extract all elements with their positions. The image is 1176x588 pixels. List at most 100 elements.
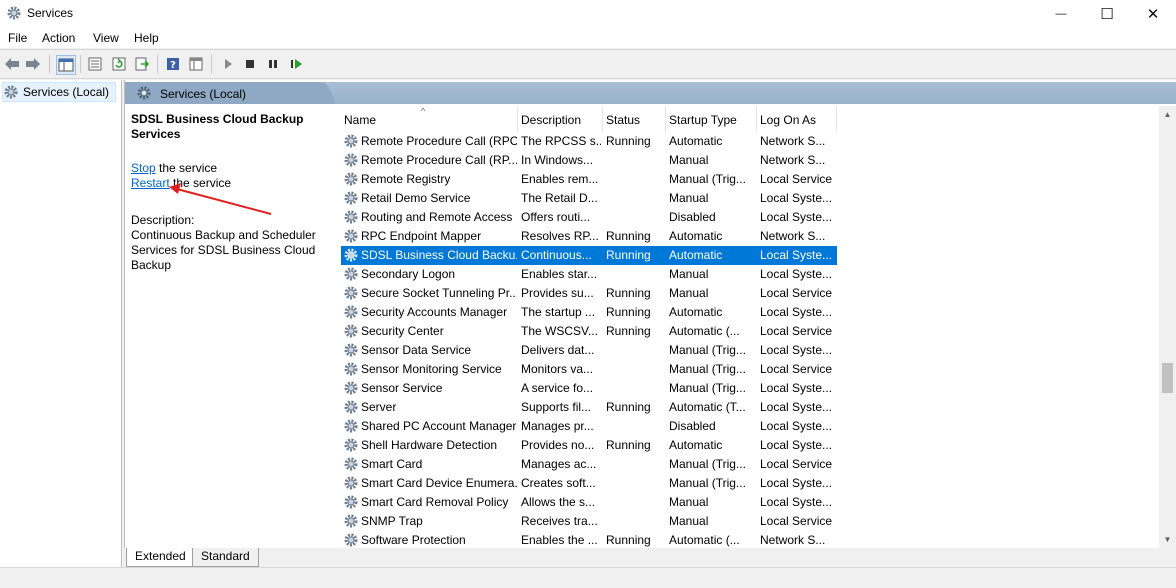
- tree-item-services-local[interactable]: Services (Local): [2, 82, 117, 102]
- stop-service-link[interactable]: Stop: [131, 161, 156, 175]
- tab-standard[interactable]: Standard: [192, 548, 259, 567]
- table-row[interactable]: Smart Card Manages ac... Manual (Trig... Lo…: [341, 455, 837, 474]
- table-row[interactable]: Shell Hardware Detection Provides no... Ru…: [341, 436, 837, 455]
- cell-startup-type: Automatic: [669, 134, 723, 148]
- cell-log-on-as: Local Service: [760, 457, 833, 471]
- table-row[interactable]: Sensor Data Service Delivers dat... Manual…: [341, 341, 837, 360]
- console-tree-icon[interactable]: [56, 55, 76, 75]
- services-gear-icon: [137, 86, 151, 100]
- cell-log-on-as: Network S...: [760, 153, 826, 167]
- cell-name: Shell Hardware Detection: [361, 438, 498, 452]
- cell-status: Running: [606, 229, 651, 243]
- cell-startup-type: Manual: [669, 286, 709, 300]
- cell-log-on-as: Local Syste...: [760, 419, 833, 433]
- table-row[interactable]: Sensor Service A service fo... Manual (Tri…: [341, 379, 837, 398]
- service-gear-icon: [344, 343, 358, 357]
- vertical-scrollbar[interactable]: ▲ ▼: [1159, 106, 1176, 548]
- table-row[interactable]: Remote Procedure Call (RPC) The RPCSS s..…: [341, 132, 837, 151]
- pause-icon[interactable]: [264, 55, 282, 73]
- cell-description: Creates soft...: [521, 476, 596, 490]
- table-row[interactable]: Smart Card Device Enumera... Creates soft…: [341, 474, 837, 493]
- cell-description: Enables star...: [521, 267, 598, 281]
- maximize-button[interactable]: ☐: [1084, 0, 1130, 28]
- column-header-status[interactable]: Status: [603, 106, 666, 132]
- menu-help[interactable]: Help: [134, 31, 159, 45]
- table-row[interactable]: Server Supports fil... Running Automatic (T…: [341, 398, 837, 417]
- help-icon[interactable]: ?: [164, 55, 182, 73]
- table-row[interactable]: Sensor Monitoring Service Monitors va... M…: [341, 360, 837, 379]
- scroll-up-icon[interactable]: ▲: [1159, 106, 1176, 123]
- properties-icon[interactable]: [86, 55, 104, 73]
- scrollbar-thumb[interactable]: [1162, 363, 1173, 393]
- cell-log-on-as: Local Service: [760, 286, 833, 300]
- service-gear-icon: [344, 438, 358, 452]
- menu-view[interactable]: View: [93, 31, 119, 45]
- cell-name: Sensor Monitoring Service: [361, 362, 502, 376]
- content-header-title: Services (Local): [160, 87, 247, 101]
- table-row[interactable]: Smart Card Removal Policy Allows the s...…: [341, 493, 837, 512]
- table-row[interactable]: Software Protection Enables the ... Runnin…: [341, 531, 837, 548]
- cell-status: Running: [606, 248, 651, 262]
- table-row[interactable]: Remote Registry Enables rem... Manual (Tri…: [341, 170, 837, 189]
- table-row[interactable]: Shared PC Account Manager Manages pr... Di…: [341, 417, 837, 436]
- view-tabs: Extended Standard: [124, 548, 1176, 567]
- cell-description: Manages ac...: [521, 457, 597, 471]
- forward-arrow-icon[interactable]: [24, 55, 42, 73]
- table-row[interactable]: Secondary Logon Enables star... Manual Loca…: [341, 265, 837, 284]
- cell-startup-type: Manual: [669, 514, 709, 528]
- scroll-down-icon[interactable]: ▼: [1159, 531, 1176, 548]
- column-header-description[interactable]: Description: [518, 106, 603, 132]
- annotation-arrow-icon: [169, 183, 272, 215]
- cell-log-on-as: Network S...: [760, 229, 826, 243]
- table-row[interactable]: SDSL Business Cloud Backu... Continuous..…: [341, 246, 837, 265]
- column-header-log-on-as[interactable]: Log On As: [757, 106, 837, 132]
- table-row[interactable]: RPC Endpoint Mapper Resolves RP... Running…: [341, 227, 837, 246]
- play-icon[interactable]: [219, 55, 237, 73]
- cell-description: Supports fil...: [521, 400, 592, 414]
- minimize-button[interactable]: —: [1038, 0, 1084, 28]
- table-row[interactable]: Secure Socket Tunneling Pr... Provides su…: [341, 284, 837, 303]
- toolbar: ?: [0, 49, 1176, 79]
- table-row[interactable]: Retail Demo Service The Retail D... Manual…: [341, 189, 837, 208]
- cell-name: Server: [361, 400, 397, 414]
- close-button[interactable]: ✕: [1130, 0, 1176, 28]
- tab-extended[interactable]: Extended: [126, 548, 195, 567]
- refresh-icon[interactable]: [110, 55, 128, 73]
- table-row[interactable]: SNMP Trap Receives tra... Manual Local Serv…: [341, 512, 837, 531]
- sort-ascending-icon: ^: [421, 106, 426, 116]
- cell-status: Running: [606, 324, 651, 338]
- table-row[interactable]: Routing and Remote Access Offers routi...…: [341, 208, 837, 227]
- view-icon[interactable]: [187, 55, 205, 73]
- column-header-name[interactable]: ^ Name: [341, 106, 518, 132]
- cell-description: In Windows...: [521, 153, 594, 167]
- menu-file[interactable]: File: [8, 31, 27, 45]
- cell-log-on-as: Local Syste...: [760, 400, 833, 414]
- cell-description: The RPCSS s...: [521, 134, 601, 148]
- table-row[interactable]: Remote Procedure Call (RP... In Windows..…: [341, 151, 837, 170]
- table-row[interactable]: Security Accounts Manager The startup ...…: [341, 303, 837, 322]
- cell-startup-type: Disabled: [669, 419, 716, 433]
- cell-name: Smart Card Removal Policy: [361, 495, 509, 509]
- cell-startup-type: Manual (Trig...: [669, 343, 746, 357]
- cell-description: Enables rem...: [521, 172, 599, 186]
- cell-status: Running: [606, 533, 651, 547]
- back-arrow-icon[interactable]: [3, 55, 21, 73]
- menu-action[interactable]: Action: [42, 31, 75, 45]
- resume-icon[interactable]: [287, 55, 305, 73]
- cell-name: Security Center: [361, 324, 444, 338]
- cell-log-on-as: Local Syste...: [760, 191, 833, 205]
- restart-service-link[interactable]: Restart: [131, 176, 170, 190]
- services-gear-icon: [7, 6, 21, 20]
- service-gear-icon: [344, 400, 358, 414]
- cell-name: Remote Procedure Call (RPC): [361, 134, 517, 148]
- maximize-icon: ☐: [1100, 6, 1114, 23]
- close-icon: ✕: [1146, 6, 1160, 23]
- cell-startup-type: Automatic (...: [669, 533, 740, 547]
- cell-startup-type: Automatic: [669, 438, 723, 452]
- stop-icon[interactable]: [241, 55, 259, 73]
- column-header-startup-type[interactable]: Startup Type: [666, 106, 757, 132]
- export-list-icon[interactable]: [133, 55, 151, 73]
- service-gear-icon: [344, 267, 358, 281]
- cell-name: Routing and Remote Access: [361, 210, 513, 224]
- table-row[interactable]: Security Center The WSCSV... Running Automa…: [341, 322, 837, 341]
